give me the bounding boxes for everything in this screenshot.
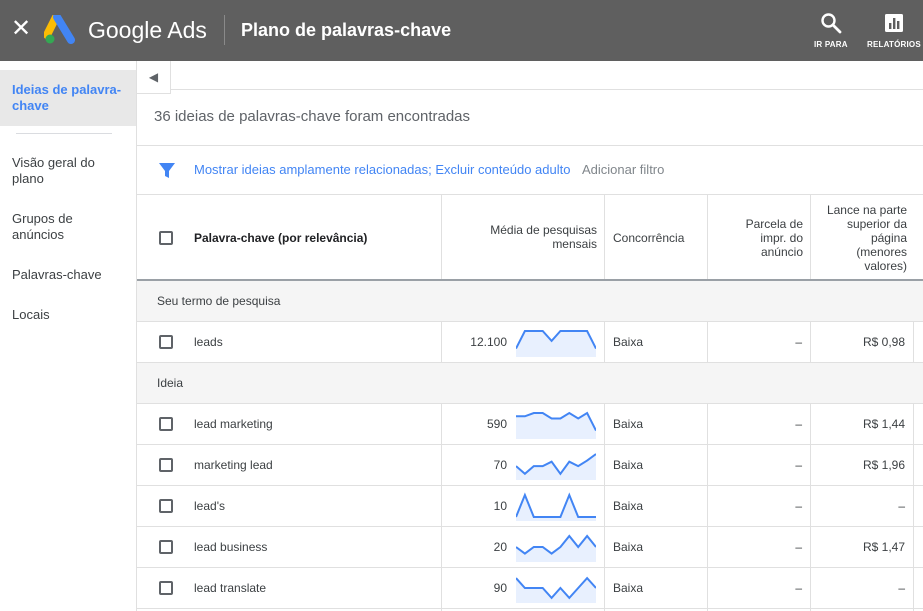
chevron-left-icon: ◀ xyxy=(148,70,159,84)
close-icon[interactable]: ✕ xyxy=(11,17,31,41)
google-ads-logo xyxy=(44,15,75,44)
add-filter-button[interactable]: Adicionar filtro xyxy=(582,162,664,177)
row-top-bid: – xyxy=(898,581,905,595)
reports-button[interactable]: RELATÓRIOS xyxy=(867,12,921,49)
trend-sparkline xyxy=(516,492,596,521)
row-keyword[interactable]: lead marketing xyxy=(194,417,273,431)
trend-sparkline xyxy=(516,453,596,480)
sidebar-divider xyxy=(16,133,112,134)
row-keyword[interactable]: marketing lead xyxy=(194,458,273,472)
table-row: marketing lead 70 Baixa – R$ 1,96 xyxy=(137,445,923,486)
trend-sparkline xyxy=(516,534,596,562)
table-row: lead translate 90 Baixa – – xyxy=(137,568,923,609)
table-row: leads 12.100 Baixa – R$ 0,98 xyxy=(137,322,923,363)
sidebar: Ideias de palavra-chave Visão geral do p… xyxy=(0,61,136,611)
row-checkbox[interactable] xyxy=(159,417,173,431)
sidebar-item-locations[interactable]: Locais xyxy=(0,307,136,323)
row-keyword[interactable]: leads xyxy=(194,335,223,349)
row-competition: Baixa xyxy=(613,335,644,349)
row-impr-share: – xyxy=(795,458,802,472)
col-avg-searches[interactable]: Média de pesquisas mensais xyxy=(477,223,597,251)
trend-sparkline xyxy=(516,330,596,357)
table-header: Palavra-chave (por relevância) Média de … xyxy=(137,195,923,281)
sidebar-item-plan-overview[interactable]: Visão geral do plano xyxy=(0,155,136,187)
row-checkbox[interactable] xyxy=(159,499,173,513)
row-searches: 70 xyxy=(493,458,507,472)
col-impr-share[interactable]: Parcela de impr. do anúncio xyxy=(727,217,803,259)
page-title: Plano de palavras-chave xyxy=(241,20,452,40)
row-checkbox[interactable] xyxy=(159,335,173,349)
goto-button[interactable]: IR PARA xyxy=(814,12,848,49)
row-top-bid: R$ 0,98 xyxy=(862,335,905,349)
row-checkbox[interactable] xyxy=(159,581,173,595)
sidebar-item-keyword-ideas[interactable]: Ideias de palavra-chave xyxy=(0,70,136,126)
row-keyword[interactable]: lead translate xyxy=(194,581,266,595)
row-searches: 590 xyxy=(486,417,507,431)
sidebar-item-ad-groups[interactable]: Grupos de anúncios xyxy=(0,211,136,243)
col-divider xyxy=(604,195,605,279)
row-top-bid: R$ 1,96 xyxy=(862,458,905,472)
row-searches: 20 xyxy=(493,540,507,554)
col-divider xyxy=(441,195,442,279)
row-checkbox[interactable] xyxy=(159,458,173,472)
sidebar-item-keywords[interactable]: Palavras-chave xyxy=(0,267,136,283)
row-keyword[interactable]: lead's xyxy=(194,499,225,513)
row-top-bid: R$ 1,44 xyxy=(862,417,905,431)
section-search-term: Seu termo de pesquisa xyxy=(137,281,923,322)
reports-icon xyxy=(884,14,903,32)
sparkline-area xyxy=(516,413,596,439)
row-impr-share: – xyxy=(795,540,802,554)
row-competition: Baixa xyxy=(613,458,644,472)
collapse-sidebar-button[interactable]: ◀ xyxy=(137,61,171,94)
goto-label: IR PARA xyxy=(814,40,848,49)
col-competition[interactable]: Concorrência xyxy=(613,231,684,245)
trend-sparkline xyxy=(516,576,596,603)
row-top-bid: – xyxy=(898,499,905,513)
main-panel: ◀ 36 ideias de palavras-chave foram enco… xyxy=(136,61,923,611)
header-divider xyxy=(224,15,225,45)
col-keyword[interactable]: Palavra-chave (por relevância) xyxy=(194,231,367,245)
strip-border xyxy=(171,89,923,90)
section-ideas: Ideia xyxy=(137,363,923,404)
divider xyxy=(137,145,923,146)
row-competition: Baixa xyxy=(613,499,644,513)
table-row: lead marketing 590 Baixa – R$ 1,44 xyxy=(137,404,923,445)
top-bar: ✕ Google Ads Plano de palavras-chave IR … xyxy=(0,0,923,61)
app-brand: Google Ads xyxy=(88,17,207,43)
row-impr-share: – xyxy=(795,581,802,595)
reports-label: RELATÓRIOS xyxy=(867,40,921,49)
row-checkbox[interactable] xyxy=(159,540,173,554)
row-top-bid: R$ 1,47 xyxy=(862,540,905,554)
col-top-bid[interactable]: Lance na parte superior da página (menor… xyxy=(819,203,907,273)
row-searches: 10 xyxy=(493,499,507,513)
row-competition: Baixa xyxy=(613,417,644,431)
filter-icon[interactable] xyxy=(158,162,176,179)
row-impr-share: – xyxy=(795,335,802,349)
col-divider xyxy=(707,195,708,279)
col-divider xyxy=(810,195,811,279)
row-searches: 12.100 xyxy=(470,335,507,349)
row-searches: 90 xyxy=(493,581,507,595)
row-competition: Baixa xyxy=(613,581,644,595)
trend-sparkline xyxy=(516,411,596,439)
ideas-count: 36 ideias de palavras-chave foram encont… xyxy=(154,108,471,125)
row-impr-share: – xyxy=(795,417,802,431)
row-keyword[interactable]: lead business xyxy=(194,540,267,554)
search-icon xyxy=(821,13,842,34)
select-all-checkbox[interactable] xyxy=(159,231,173,245)
table-row: lead's 10 Baixa – – xyxy=(137,486,923,527)
row-competition: Baixa xyxy=(613,540,644,554)
row-impr-share: – xyxy=(795,499,802,513)
filter-link[interactable]: Mostrar ideias amplamente relacionadas; … xyxy=(194,162,570,177)
table-row: lead business 20 Baixa – R$ 1,47 xyxy=(137,527,923,568)
